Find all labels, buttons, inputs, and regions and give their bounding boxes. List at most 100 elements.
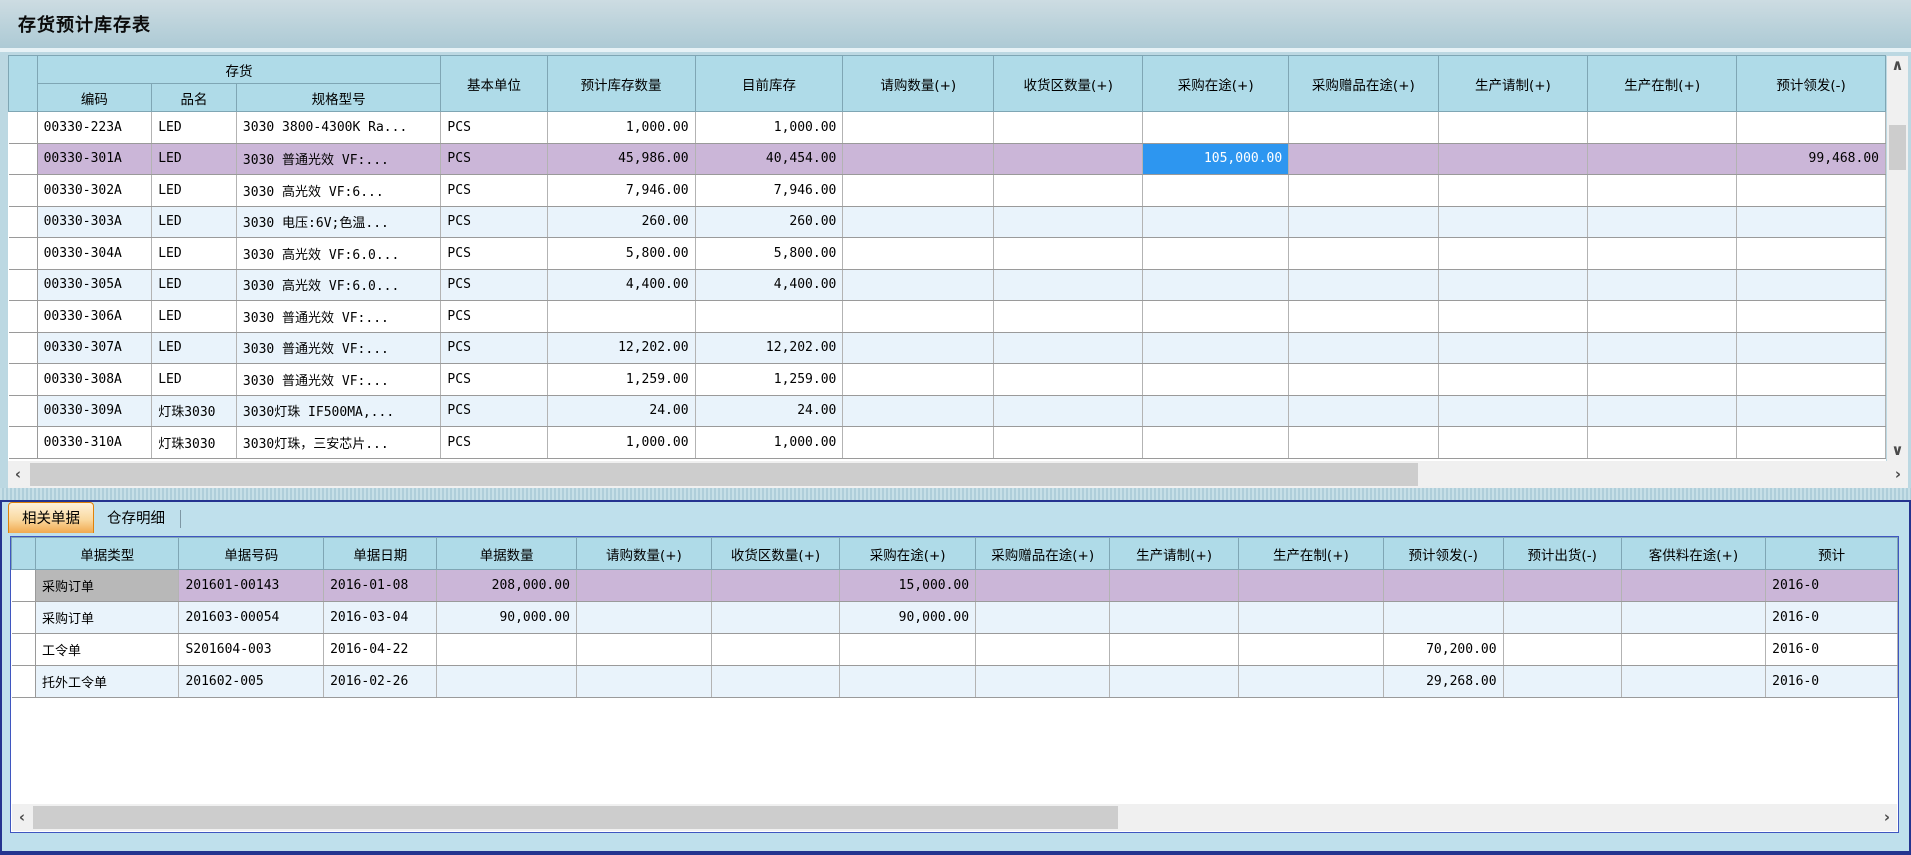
cell[interactable]: 5,800.00 (547, 238, 695, 270)
cell[interactable] (843, 112, 994, 144)
cell[interactable] (1737, 301, 1886, 333)
cell[interactable]: 4,400.00 (695, 269, 843, 301)
cell[interactable]: 采购订单 (36, 570, 179, 602)
cell[interactable]: 1,000.00 (695, 427, 843, 459)
row-indicator[interactable] (9, 395, 38, 427)
cell[interactable]: LED (152, 332, 237, 364)
cell[interactable] (1289, 206, 1438, 238)
cell[interactable] (1737, 332, 1886, 364)
cell[interactable] (1621, 570, 1765, 602)
table-row[interactable]: 采购订单201601-001432016-01-08208,000.0015,0… (12, 570, 1898, 602)
cell[interactable]: 24.00 (695, 395, 843, 427)
cell[interactable] (976, 634, 1110, 666)
cell[interactable] (840, 634, 976, 666)
cell[interactable] (976, 666, 1110, 698)
cell[interactable] (1503, 602, 1621, 634)
panel-splitter[interactable] (0, 488, 1911, 500)
cell[interactable] (994, 427, 1143, 459)
cell[interactable]: 201603-00054 (179, 602, 324, 634)
cell[interactable] (711, 666, 839, 698)
cell[interactable] (840, 666, 976, 698)
cell[interactable] (1621, 634, 1765, 666)
cell[interactable]: S201604-003 (179, 634, 324, 666)
tab-warehouse-detail[interactable]: 仓存明细 (94, 502, 178, 533)
cell[interactable] (1289, 238, 1438, 270)
cell[interactable] (1143, 332, 1289, 364)
cell[interactable] (576, 666, 711, 698)
table-row[interactable]: 00330-304ALED3030 高光效 VF:6.0...PCS5,800.… (9, 238, 1886, 270)
cell[interactable]: 托外工令单 (36, 666, 179, 698)
cell[interactable]: 2016-0 (1766, 570, 1898, 602)
cell[interactable]: 3030 高光效 VF:6... (236, 175, 441, 207)
cell[interactable]: 201601-00143 (179, 570, 324, 602)
cell[interactable] (1737, 269, 1886, 301)
cell[interactable]: 00330-223A (37, 112, 152, 144)
cell[interactable] (1737, 112, 1886, 144)
cell[interactable]: 3030 高光效 VF:6.0... (236, 269, 441, 301)
cell[interactable]: 00330-306A (37, 301, 152, 333)
row-indicator[interactable] (9, 364, 38, 396)
row-indicator[interactable] (12, 634, 36, 666)
cell[interactable] (1588, 238, 1737, 270)
table-row[interactable]: 工令单S201604-0032016-04-2270,200.002016-0 (12, 634, 1898, 666)
cell[interactable]: 260.00 (547, 206, 695, 238)
cell[interactable] (843, 364, 994, 396)
cell[interactable]: 采购订单 (36, 602, 179, 634)
cell[interactable] (1289, 332, 1438, 364)
cell[interactable] (843, 238, 994, 270)
table-row[interactable]: 采购订单201603-000542016-03-0490,000.0090,00… (12, 602, 1898, 634)
cell[interactable] (1289, 112, 1438, 144)
cell[interactable]: 00330-308A (37, 364, 152, 396)
cell[interactable]: 2016-02-26 (324, 666, 437, 698)
cell[interactable] (1588, 269, 1737, 301)
cell[interactable] (1289, 269, 1438, 301)
cell[interactable]: 灯珠3030 (152, 395, 237, 427)
cell[interactable]: PCS (441, 238, 547, 270)
cell[interactable]: 70,200.00 (1383, 634, 1503, 666)
cell[interactable]: PCS (441, 395, 547, 427)
row-indicator[interactable] (9, 332, 38, 364)
cell[interactable] (1438, 332, 1588, 364)
cell[interactable]: 00330-302A (37, 175, 152, 207)
scroll-left-icon[interactable]: ‹ (8, 461, 28, 488)
cell[interactable] (1143, 301, 1289, 333)
cell[interactable]: 12,202.00 (695, 332, 843, 364)
cell[interactable]: 00330-310A (37, 427, 152, 459)
cell[interactable]: 2016-0 (1766, 666, 1898, 698)
cell[interactable] (1289, 143, 1438, 175)
cell[interactable]: 1,000.00 (547, 112, 695, 144)
cell[interactable] (1503, 634, 1621, 666)
cell[interactable] (1143, 112, 1289, 144)
cell[interactable] (1143, 206, 1289, 238)
cell[interactable]: 00330-305A (37, 269, 152, 301)
scroll-right-icon[interactable]: › (1888, 461, 1908, 488)
cell[interactable] (994, 301, 1143, 333)
cell[interactable] (994, 206, 1143, 238)
cell[interactable] (843, 143, 994, 175)
cell[interactable] (1503, 570, 1621, 602)
cell[interactable]: PCS (441, 332, 547, 364)
cell[interactable]: 24.00 (547, 395, 695, 427)
cell[interactable] (1143, 427, 1289, 459)
cell[interactable]: 2016-0 (1766, 602, 1898, 634)
cell[interactable] (1438, 395, 1588, 427)
cell[interactable] (976, 570, 1110, 602)
cell[interactable] (1143, 238, 1289, 270)
cell[interactable] (1438, 238, 1588, 270)
cell[interactable] (1737, 175, 1886, 207)
cell[interactable] (843, 301, 994, 333)
cell[interactable]: 00330-304A (37, 238, 152, 270)
cell[interactable]: 3030 高光效 VF:6.0... (236, 238, 441, 270)
cell[interactable] (1289, 427, 1438, 459)
cell[interactable]: 1,000.00 (547, 427, 695, 459)
top-vscroll-thumb[interactable] (1889, 125, 1906, 170)
cell[interactable] (1143, 395, 1289, 427)
cell[interactable]: 2016-0 (1766, 634, 1898, 666)
cell[interactable] (994, 332, 1143, 364)
cell[interactable] (976, 602, 1110, 634)
cell[interactable]: LED (152, 301, 237, 333)
cell[interactable]: 3030灯珠，三安芯片... (236, 427, 441, 459)
table-row[interactable]: 00330-306ALED3030 普通光效 VF:...PCS (9, 301, 1886, 333)
cell[interactable] (1737, 206, 1886, 238)
cell[interactable] (437, 666, 576, 698)
